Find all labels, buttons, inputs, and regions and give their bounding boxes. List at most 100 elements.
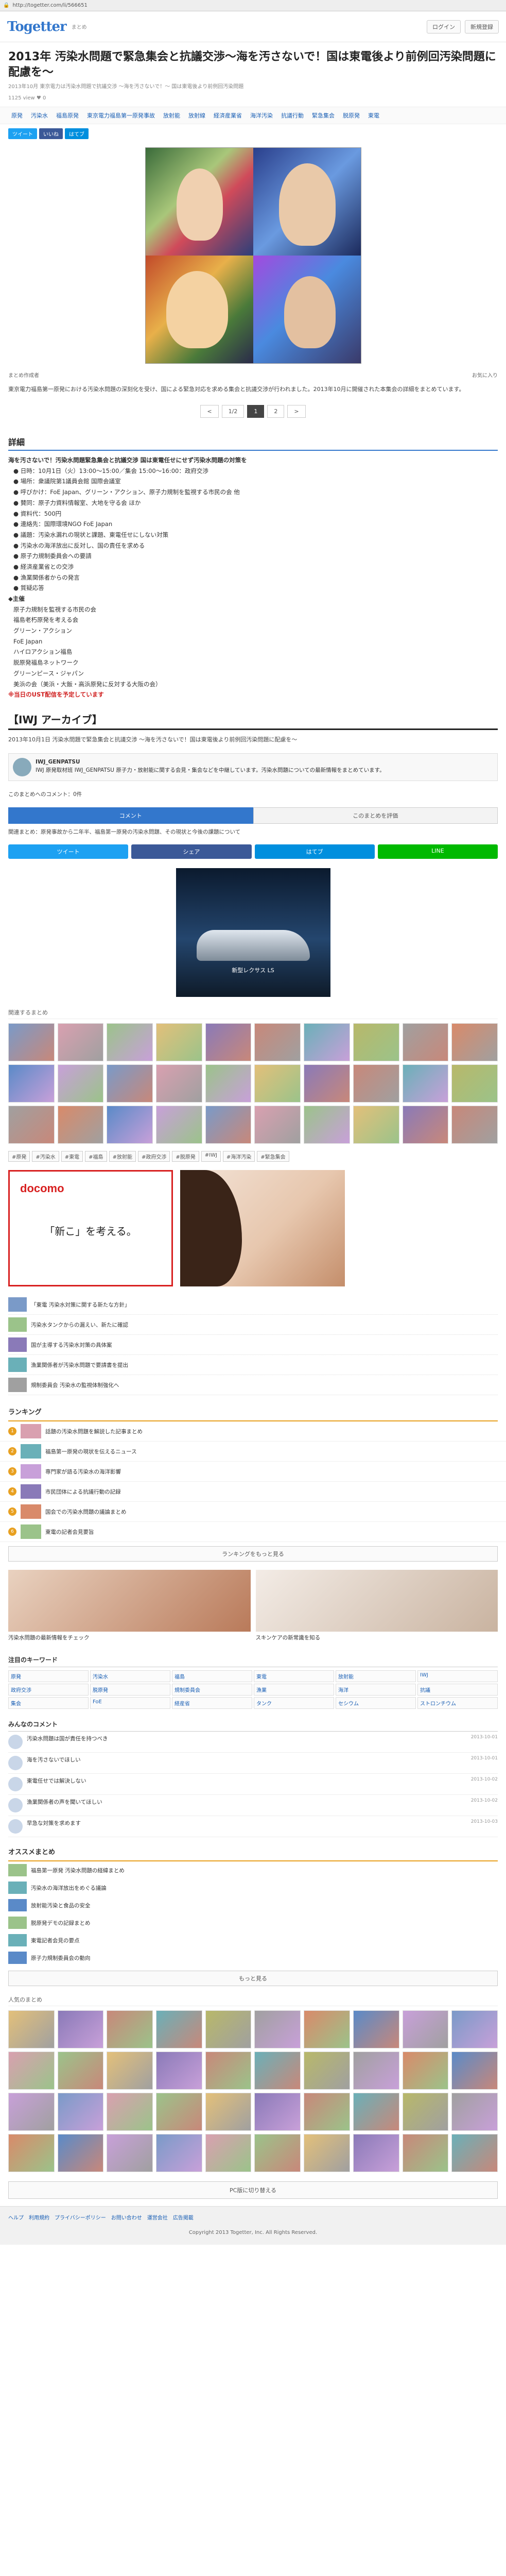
thumbnail-card[interactable] <box>156 2093 202 2131</box>
thumbnail-card[interactable] <box>205 1106 252 1144</box>
thumbnail-card[interactable] <box>156 1064 202 1103</box>
thumbnail-card[interactable] <box>254 1064 301 1103</box>
tag-chip[interactable]: #福島 <box>85 1151 107 1162</box>
keyword-link[interactable]: 福島 <box>172 1670 252 1683</box>
thumbnail-card[interactable] <box>57 1064 104 1103</box>
list-item[interactable]: 国が主導する汚染水対策の具体案 <box>8 1335 498 1355</box>
list-item[interactable]: 「東電 汚染水対策に関する新たな方針」 <box>8 1295 498 1315</box>
thumbnail-card[interactable] <box>107 1064 153 1103</box>
list-item[interactable]: 汚染水の海洋放出をめぐる議論 <box>0 1879 506 1896</box>
thumbnail-card[interactable] <box>205 1023 252 1062</box>
thumbnail-card[interactable] <box>451 1064 498 1103</box>
tag-chip[interactable]: #IWJ <box>201 1151 221 1162</box>
thumbnail-card[interactable] <box>402 1023 449 1062</box>
next-page-button[interactable]: > <box>287 405 306 418</box>
thumbnail-card[interactable] <box>156 2010 202 2049</box>
docomo-advertisement[interactable]: docomo 「新こ」を考える。 <box>8 1170 173 1287</box>
keyword-link[interactable]: 放射能 <box>336 1670 416 1683</box>
thumbnail-card[interactable] <box>451 2134 498 2173</box>
thumbnail-card[interactable] <box>205 2134 252 2173</box>
tag-chip[interactable]: #放射能 <box>109 1151 136 1162</box>
footer-link[interactable]: 運営会社 <box>147 2215 168 2221</box>
footer-link[interactable]: 利用規約 <box>29 2215 49 2221</box>
author-name[interactable]: IWJ_GENPATSU <box>36 758 385 767</box>
thumbnail-card[interactable] <box>353 2093 399 2131</box>
portrait-advertisement[interactable] <box>180 1170 345 1287</box>
tag-link[interactable]: 海洋汚染 <box>247 110 276 121</box>
thumbnail-card[interactable] <box>8 2052 55 2090</box>
thumbnail-card[interactable] <box>304 2010 350 2049</box>
list-item[interactable]: 原子力規制委員会の動向 <box>0 1949 506 1967</box>
share-button[interactable]: ツイート <box>8 128 37 140</box>
tag-chip[interactable]: #政府交渉 <box>137 1151 170 1162</box>
prev-page-button[interactable]: < <box>200 405 219 418</box>
thumbnail-card[interactable] <box>156 1023 202 1062</box>
footer-link[interactable]: プライバシーポリシー <box>55 2215 106 2221</box>
thumbnail-card[interactable] <box>451 2010 498 2049</box>
tag-link[interactable]: 東電 <box>365 110 382 121</box>
address-bar[interactable]: http://togetter.com/li/566651 <box>12 3 87 8</box>
keyword-link[interactable]: 原発 <box>8 1670 89 1683</box>
thumbnail-card[interactable] <box>205 2010 252 2049</box>
thumbnail-card[interactable] <box>402 2093 449 2131</box>
thumbnail-card[interactable] <box>353 1106 399 1144</box>
tab-button[interactable]: コメント <box>8 807 253 824</box>
list-item[interactable]: 2 福島第一原発の現状を伝えるニュース <box>0 1442 506 1462</box>
thumbnail-card[interactable] <box>8 1064 55 1103</box>
list-item[interactable]: 福島第一原発 汚染水問題の経緯まとめ <box>0 1861 506 1879</box>
thumbnail-card[interactable] <box>57 2052 104 2090</box>
thumbnail-card[interactable] <box>57 1023 104 1062</box>
list-item[interactable]: 5 国会での汚染水問題の議論まとめ <box>0 1502 506 1522</box>
tag-link[interactable]: 緊急集会 <box>309 110 338 121</box>
thumbnail-card[interactable] <box>254 1023 301 1062</box>
thumbnail-card[interactable] <box>304 2093 350 2131</box>
list-item[interactable]: 脱原発デモの記録まとめ <box>0 1914 506 1931</box>
tag-link[interactable]: 放射線 <box>185 110 208 121</box>
thumbnail-card[interactable] <box>107 2010 153 2049</box>
keyword-link[interactable]: 規制委員会 <box>172 1684 252 1696</box>
avatar[interactable] <box>8 1756 23 1771</box>
pc-version-button[interactable]: PC版に切り替える <box>8 2181 498 2199</box>
tag-link[interactable]: 経済産業省 <box>211 110 245 121</box>
login-button[interactable]: ログイン <box>427 20 461 33</box>
thumbnail-card[interactable] <box>8 1106 55 1144</box>
social-share-button[interactable]: LINE <box>377 844 498 859</box>
thumbnail-card[interactable] <box>353 1064 399 1103</box>
tag-link[interactable]: 放射能 <box>160 110 183 121</box>
keyword-link[interactable]: 汚染水 <box>90 1670 170 1683</box>
thumbnail-card[interactable] <box>57 2134 104 2173</box>
avatar[interactable] <box>8 1798 23 1813</box>
list-item[interactable]: 3 専門家が語る汚染水の海洋影響 <box>0 1462 506 1482</box>
social-share-button[interactable]: ツイート <box>8 844 129 859</box>
avatar[interactable] <box>8 1777 23 1792</box>
social-share-button[interactable]: はてブ <box>254 844 375 859</box>
keyword-link[interactable]: ストロンチウム <box>417 1697 498 1709</box>
thumbnail-card[interactable] <box>156 2134 202 2173</box>
thumbnail-card[interactable] <box>451 1106 498 1144</box>
list-item[interactable]: 東電記者会見の要点 <box>0 1931 506 1949</box>
thumbnail-card[interactable] <box>304 2052 350 2090</box>
thumbnail-card[interactable] <box>304 1106 350 1144</box>
thumbnail-card[interactable] <box>451 2052 498 2090</box>
share-button[interactable]: はてブ <box>65 128 89 140</box>
thumbnail-card[interactable] <box>107 1106 153 1144</box>
thumbnail-card[interactable] <box>402 2052 449 2090</box>
list-item[interactable]: 放射能汚染と食品の安全 <box>0 1896 506 1914</box>
list-item[interactable]: 4 市民団体による抗議行動の記録 <box>0 1482 506 1502</box>
share-button[interactable]: いいね <box>39 128 63 140</box>
tag-link[interactable]: 福島原発 <box>53 110 82 121</box>
keyword-link[interactable]: FoE <box>90 1697 170 1709</box>
avatar[interactable] <box>8 1735 23 1750</box>
thumbnail-card[interactable] <box>353 2134 399 2173</box>
list-item[interactable]: 漁業関係者が汚染水問題で要請書を提出 <box>8 1355 498 1376</box>
thumbnail-card[interactable] <box>156 2052 202 2090</box>
thumbnail-card[interactable] <box>205 2052 252 2090</box>
list-item[interactable]: 1 話題の汚染水問題を解説した記事まとめ <box>0 1421 506 1442</box>
tag-link[interactable]: 東京電力福島第一原発事故 <box>84 110 158 121</box>
tag-chip[interactable]: #海洋汚染 <box>222 1151 255 1162</box>
thumbnail-card[interactable] <box>254 2134 301 2173</box>
list-item[interactable]: 6 東電の記者会見要旨 <box>0 1522 506 1543</box>
signup-button[interactable]: 新規登録 <box>465 20 499 33</box>
thumbnail-card[interactable] <box>254 2010 301 2049</box>
thumbnail-card[interactable] <box>451 1023 498 1062</box>
